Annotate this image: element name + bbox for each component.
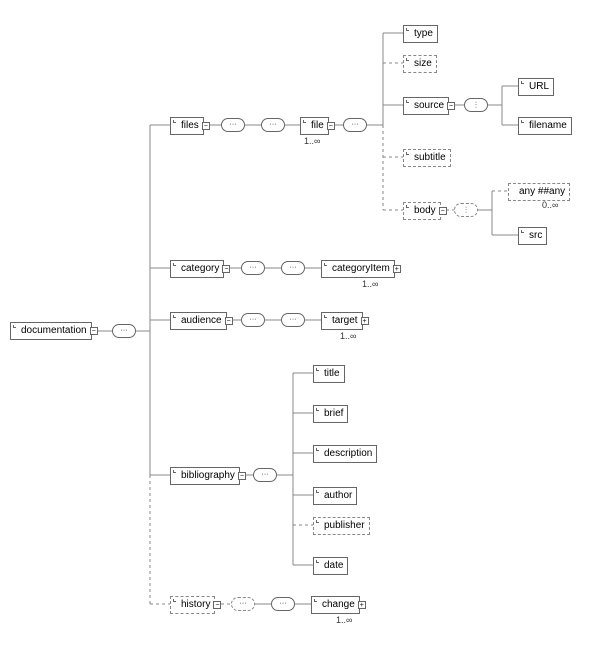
cardinality-any: 0..∞ bbox=[542, 200, 558, 210]
compositor-sequence bbox=[281, 261, 305, 275]
node-author[interactable]: author bbox=[313, 487, 357, 505]
label-any: any ##any bbox=[513, 186, 565, 197]
label-url: URL bbox=[523, 81, 549, 92]
cardinality-change: 1..∞ bbox=[336, 615, 352, 625]
label-documentation: documentation bbox=[15, 325, 87, 336]
cardinality-categoryitem: 1..∞ bbox=[362, 279, 378, 289]
label-size: size bbox=[408, 58, 432, 69]
node-target[interactable]: target bbox=[321, 312, 363, 330]
expand-icon[interactable] bbox=[447, 102, 455, 110]
expand-icon[interactable] bbox=[361, 317, 369, 325]
label-files: files bbox=[175, 120, 199, 131]
label-bibliography: bibliography bbox=[175, 470, 235, 481]
node-categoryitem[interactable]: categoryItem bbox=[321, 260, 395, 278]
node-brief[interactable]: brief bbox=[313, 405, 348, 423]
label-date: date bbox=[318, 560, 343, 571]
label-title: title bbox=[318, 368, 340, 379]
compositor-sequence bbox=[221, 118, 245, 132]
node-filename[interactable]: filename bbox=[518, 117, 572, 135]
compositor-sequence bbox=[271, 597, 295, 611]
label-description: description bbox=[318, 448, 372, 459]
compositor-choice bbox=[454, 203, 478, 217]
node-url[interactable]: URL bbox=[518, 78, 554, 96]
node-source[interactable]: source bbox=[403, 97, 449, 115]
node-change[interactable]: change bbox=[311, 596, 360, 614]
label-file: file bbox=[305, 120, 324, 131]
compositor-sequence bbox=[241, 313, 265, 327]
label-type: type bbox=[408, 28, 433, 39]
node-file[interactable]: file bbox=[300, 117, 329, 135]
node-files[interactable]: files bbox=[170, 117, 204, 135]
compositor-sequence bbox=[281, 313, 305, 327]
compositor-sequence bbox=[253, 468, 277, 482]
node-date[interactable]: date bbox=[313, 557, 348, 575]
node-category[interactable]: category bbox=[170, 260, 224, 278]
node-any[interactable]: any ##any bbox=[508, 183, 570, 201]
label-publisher: publisher bbox=[318, 520, 365, 531]
compositor-sequence bbox=[343, 118, 367, 132]
label-filename: filename bbox=[523, 120, 567, 131]
label-author: author bbox=[318, 490, 352, 501]
label-target: target bbox=[326, 315, 358, 326]
expand-icon[interactable] bbox=[238, 472, 246, 480]
compositor-sequence bbox=[112, 324, 136, 338]
node-type[interactable]: type bbox=[403, 25, 438, 43]
label-brief: brief bbox=[318, 408, 343, 419]
node-documentation[interactable]: documentation bbox=[10, 322, 92, 340]
node-audience[interactable]: audience bbox=[170, 312, 227, 330]
compositor-choice bbox=[464, 98, 488, 112]
compositor-sequence bbox=[231, 597, 255, 611]
label-source: source bbox=[408, 100, 444, 111]
label-category: category bbox=[175, 263, 219, 274]
node-publisher[interactable]: publisher bbox=[313, 517, 370, 535]
cardinality-target: 1..∞ bbox=[340, 331, 356, 341]
node-bibliography[interactable]: bibliography bbox=[170, 467, 240, 485]
node-description[interactable]: description bbox=[313, 445, 377, 463]
compositor-sequence bbox=[261, 118, 285, 132]
node-src[interactable]: src bbox=[518, 227, 547, 245]
node-subtitle[interactable]: subtitle bbox=[403, 149, 451, 167]
node-size[interactable]: size bbox=[403, 55, 437, 73]
expand-icon[interactable] bbox=[327, 122, 335, 130]
label-body: body bbox=[408, 205, 436, 216]
label-change: change bbox=[316, 599, 355, 610]
label-history: history bbox=[175, 599, 210, 610]
label-subtitle: subtitle bbox=[408, 152, 446, 163]
expand-icon[interactable] bbox=[225, 317, 233, 325]
label-src: src bbox=[523, 230, 542, 241]
label-categoryitem: categoryItem bbox=[326, 263, 390, 274]
expand-icon[interactable] bbox=[222, 265, 230, 273]
expand-icon[interactable] bbox=[358, 601, 366, 609]
node-body[interactable]: body bbox=[403, 202, 441, 220]
label-audience: audience bbox=[175, 315, 222, 326]
cardinality-file: 1..∞ bbox=[304, 136, 320, 146]
expand-icon[interactable] bbox=[202, 122, 210, 130]
expand-icon[interactable] bbox=[393, 265, 401, 273]
node-title[interactable]: title bbox=[313, 365, 345, 383]
compositor-sequence bbox=[241, 261, 265, 275]
expand-icon[interactable] bbox=[439, 207, 447, 215]
node-history[interactable]: history bbox=[170, 596, 215, 614]
expand-icon[interactable] bbox=[213, 601, 221, 609]
expand-icon[interactable] bbox=[90, 327, 98, 335]
